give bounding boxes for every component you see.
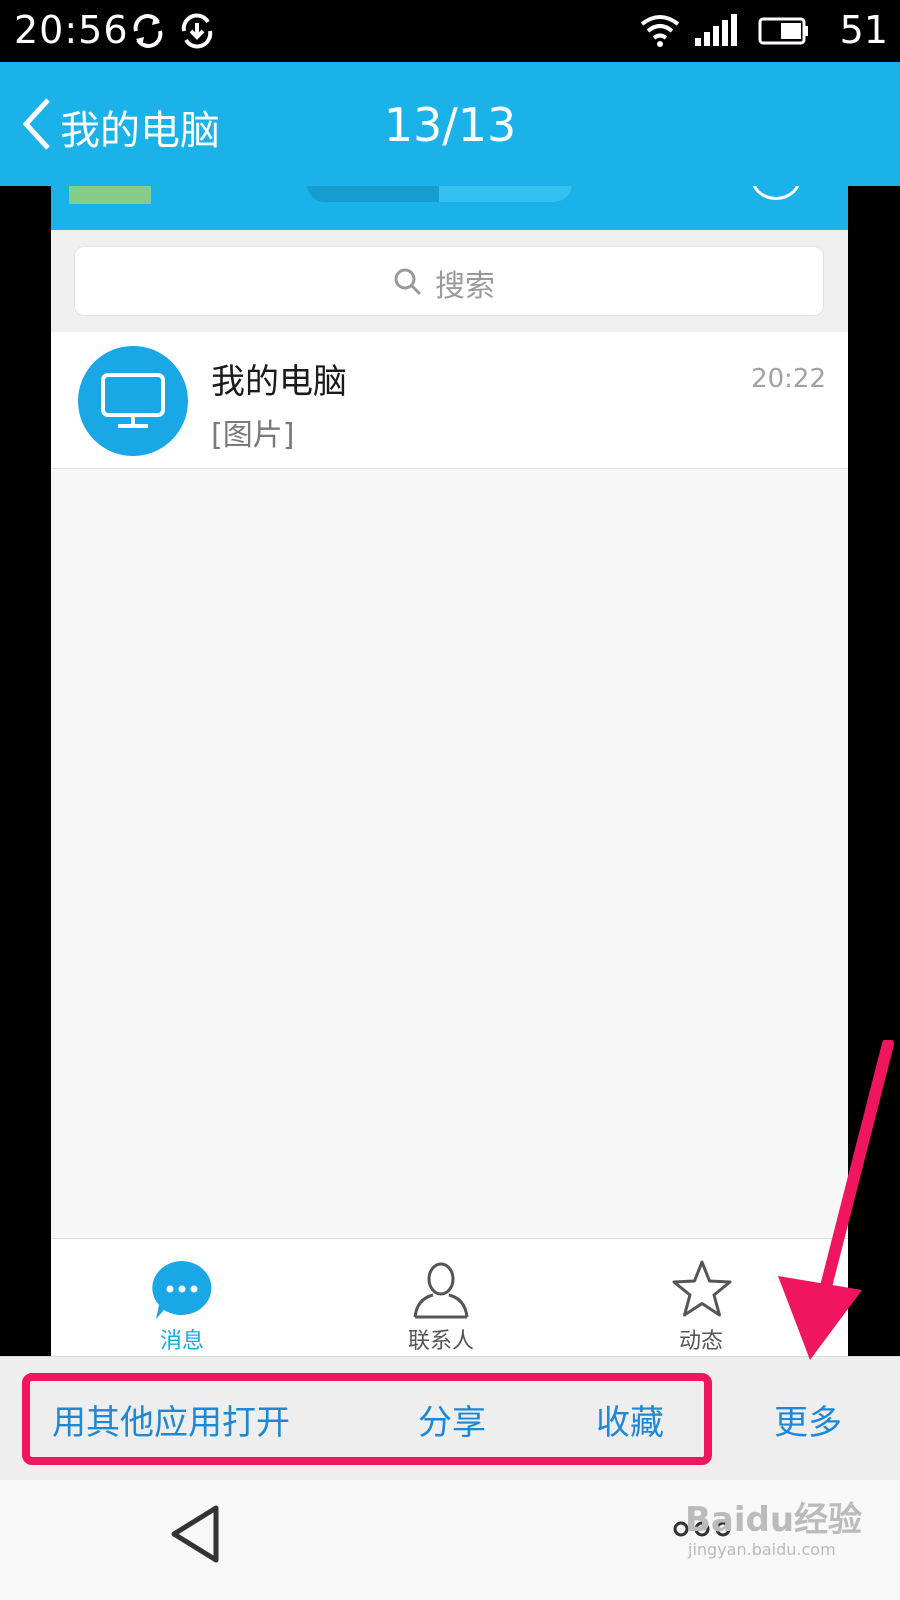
tab-messages: 消息: [82, 1239, 282, 1356]
battery-level: 51: [839, 8, 888, 52]
search-icon: [394, 268, 422, 296]
contacts-person-icon: [413, 1262, 469, 1319]
chat-name: 我的电脑: [211, 362, 347, 402]
star-icon: [672, 1260, 732, 1317]
status-time: 20:56: [14, 8, 129, 52]
more-button[interactable]: 更多: [774, 1395, 842, 1444]
page-counter: 13/13: [383, 98, 517, 152]
share-button[interactable]: 分享: [418, 1395, 486, 1444]
inner-title-bar: [51, 186, 848, 230]
computer-avatar: [78, 346, 188, 456]
baidu-watermark-logo: Baidu经验: [685, 1500, 863, 1540]
search-area: 搜索: [51, 230, 848, 332]
status-bar: 20:56 51: [0, 0, 900, 62]
nav-back-icon[interactable]: [168, 1504, 222, 1564]
avatar-blur: [69, 186, 151, 204]
tab-messages-label: 消息: [159, 1329, 204, 1354]
battery-icon: [758, 17, 808, 45]
segmented-control: [307, 186, 572, 202]
tab-contacts-label: 联系人: [407, 1329, 474, 1354]
baidu-watermark-url: jingyan.baidu.com: [688, 1540, 836, 1559]
chat-preview: [图片]: [211, 418, 295, 453]
open-with-button[interactable]: 用其他应用打开: [52, 1395, 290, 1444]
tab-contacts: 联系人: [341, 1239, 541, 1356]
favorite-button[interactable]: 收藏: [596, 1395, 664, 1444]
navigation-bar: Baidu经验 jingyan.baidu.com: [0, 1480, 900, 1600]
inner-tab-bar: 消息 联系人 动态: [51, 1238, 848, 1356]
sync-icon: [133, 14, 163, 48]
header-bar: 我的电脑 13/13: [0, 62, 900, 186]
signal-icon: [695, 14, 737, 46]
chat-list-item: 我的电脑 [图片] 20:22: [51, 332, 848, 469]
action-bar: 用其他应用打开 分享 收藏 更多: [0, 1356, 900, 1481]
image-preview: 搜索 我的电脑 [图片] 20:22 消息 联系人 动态: [51, 186, 848, 1356]
search-placeholder: 搜索: [435, 269, 495, 304]
add-icon: [751, 186, 801, 200]
wifi-icon: [640, 15, 680, 47]
chat-time: 20:22: [751, 364, 826, 394]
message-bubble-icon: [152, 1261, 212, 1319]
annotation-arrow-icon: [778, 1040, 894, 1360]
monitor-icon: [101, 373, 165, 428]
search-input: 搜索: [74, 246, 824, 316]
sync-download-icon: [181, 13, 213, 49]
